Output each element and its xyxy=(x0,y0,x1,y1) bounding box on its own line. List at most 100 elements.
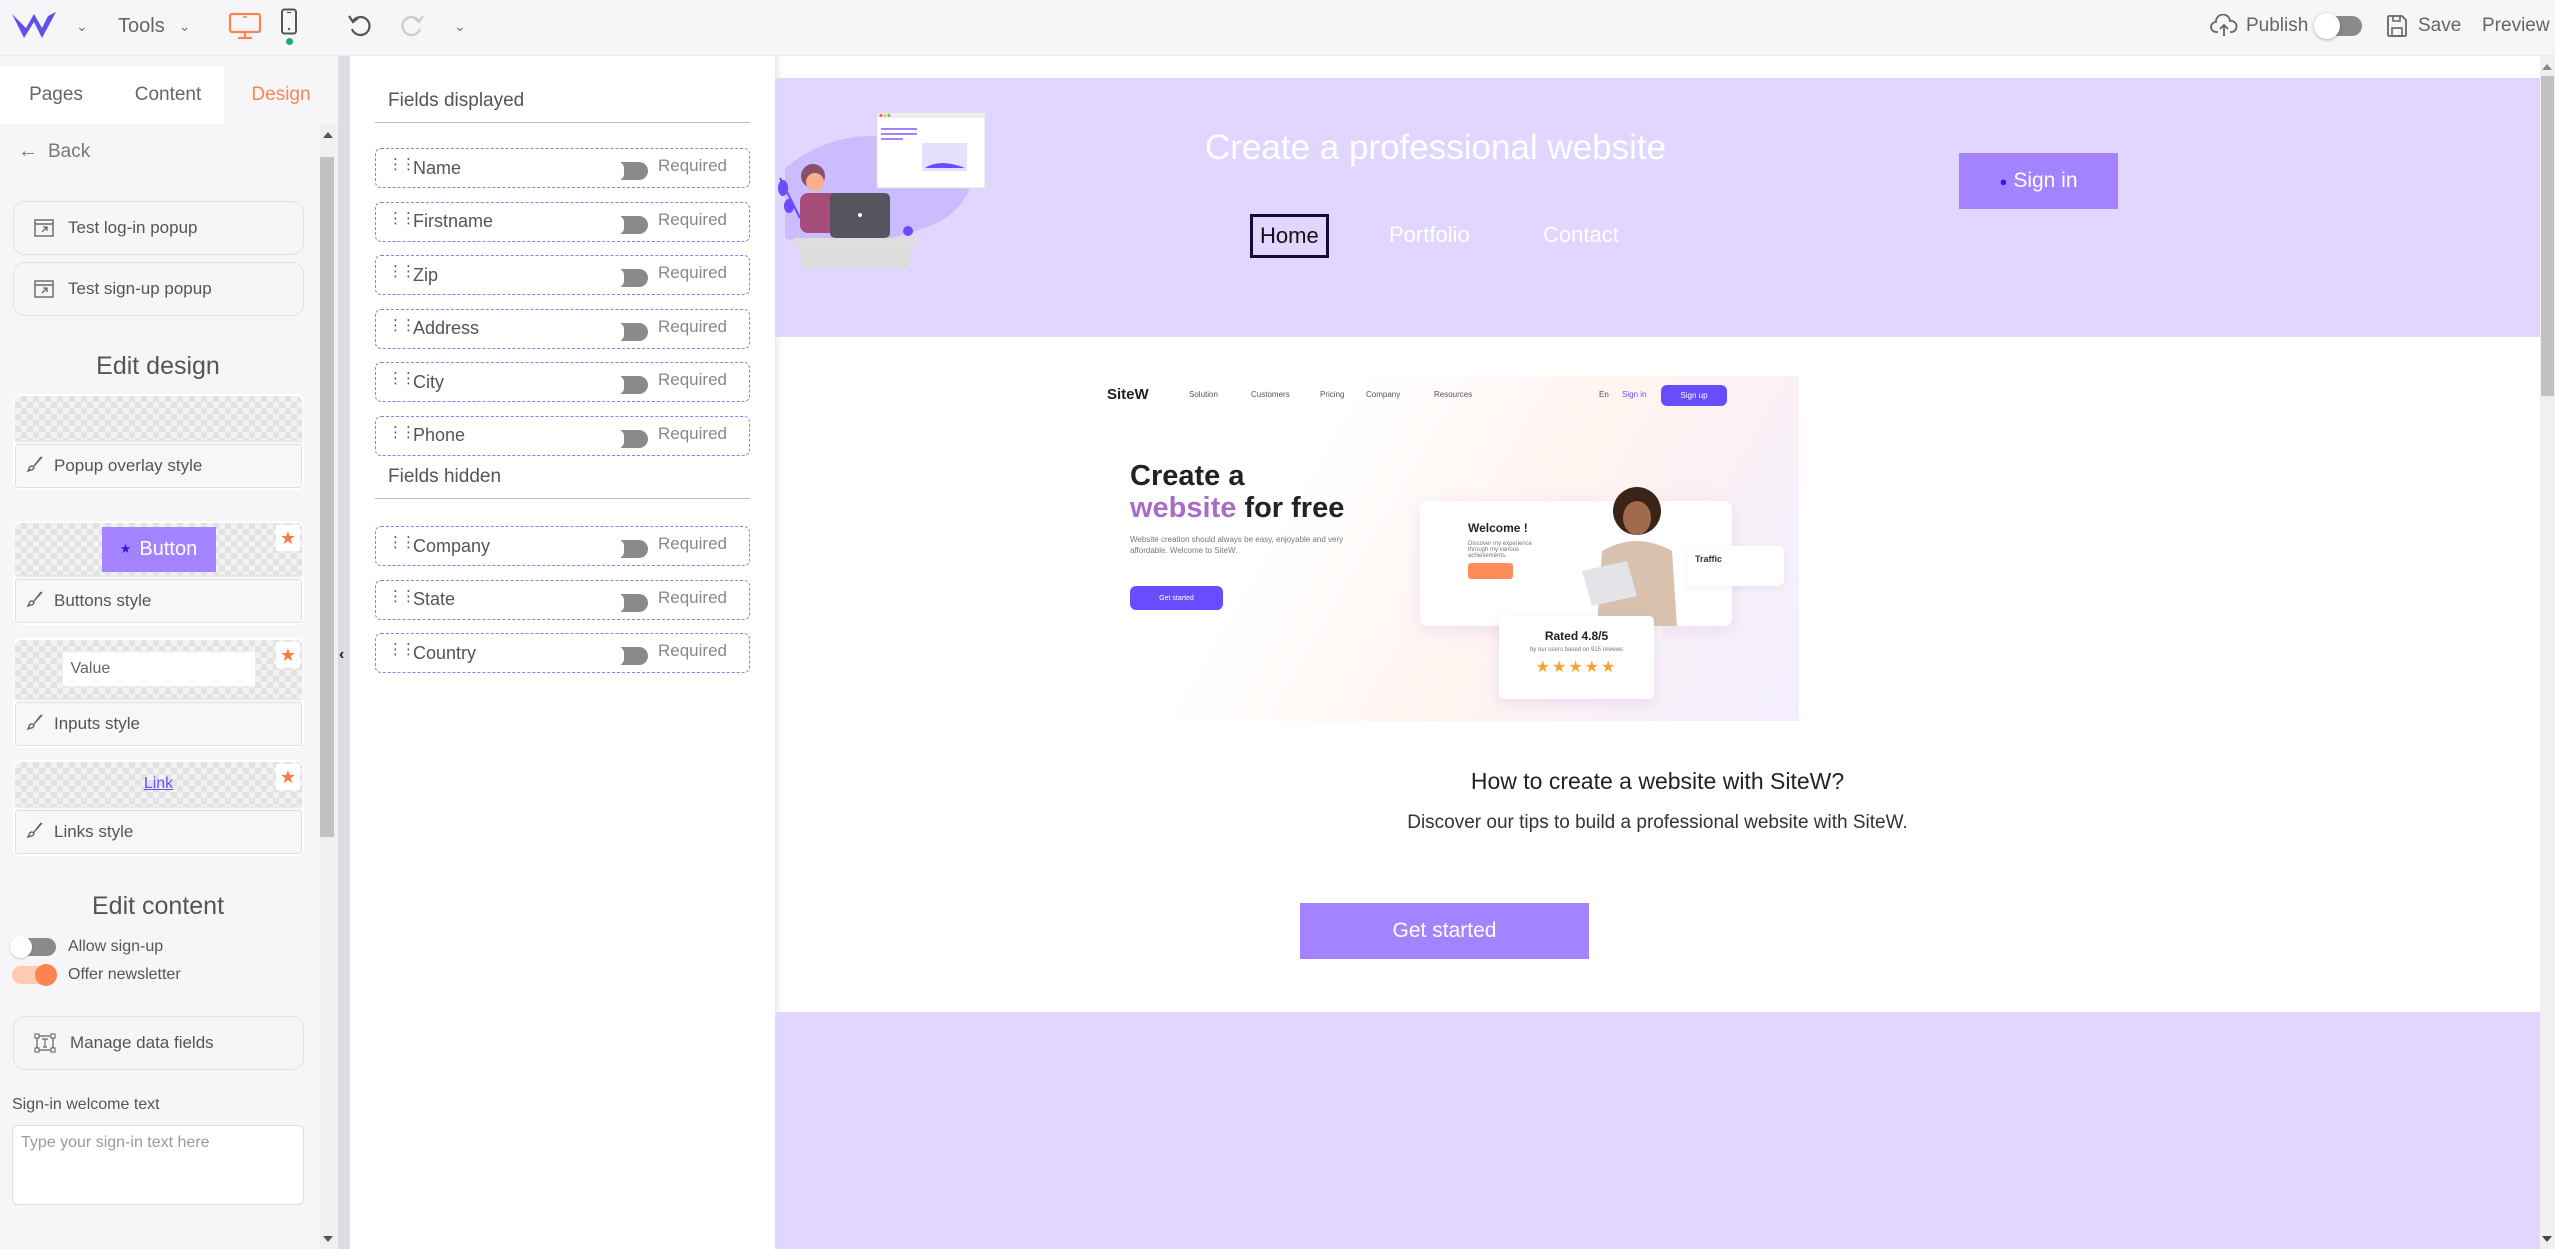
section-title[interactable]: How to create a website with SiteW? xyxy=(775,768,2540,795)
required-toggle[interactable] xyxy=(618,376,648,394)
required-label: Required xyxy=(658,263,727,282)
publish-toggle[interactable] xyxy=(2314,13,2363,39)
field-name: Firstname xyxy=(413,211,494,231)
image-nav-link: Pricing xyxy=(1320,390,1345,399)
drag-handle-icon[interactable]: ⋮⋮ xyxy=(388,209,416,227)
required-toggle[interactable] xyxy=(618,162,648,180)
top-toolbar: ⌄ Tools ⌄ ⌄ Publish Save Preview xyxy=(0,0,2555,56)
drag-handle-icon[interactable]: ⋮⋮ xyxy=(388,587,416,605)
test-login-popup-label: Test log-in popup xyxy=(68,218,198,237)
welcome-text-input[interactable] xyxy=(12,1125,304,1205)
required-toggle[interactable] xyxy=(618,429,648,448)
back-button[interactable]: ← Back xyxy=(18,140,90,163)
test-signup-popup-button[interactable]: Test sign-up popup xyxy=(13,262,304,316)
desktop-view-button[interactable] xyxy=(228,0,262,52)
design-panel-scrollbar[interactable] xyxy=(320,124,338,1249)
image-headline-line2: website for free xyxy=(1130,492,1344,524)
fields-displayed-title: Fields displayed xyxy=(388,90,525,111)
favorite-star-icon[interactable]: ★ xyxy=(276,525,300,551)
tab-content[interactable]: Content xyxy=(112,66,224,124)
scroll-up-icon[interactable] xyxy=(2542,64,2552,70)
scrollbar-thumb[interactable] xyxy=(2541,76,2554,396)
preview-button[interactable]: Preview xyxy=(2482,0,2550,52)
drag-handle-icon[interactable]: ⋮⋮ xyxy=(388,369,416,387)
scroll-down-icon[interactable] xyxy=(2542,1236,2552,1242)
edit-design-title: Edit design xyxy=(96,352,220,380)
field-name: State xyxy=(413,589,456,609)
manage-data-fields-button[interactable]: Manage data fields xyxy=(13,1016,304,1070)
tab-design[interactable]: Design xyxy=(224,66,338,124)
field-row[interactable]: ⋮⋮ City Required xyxy=(375,362,750,402)
popup-overlay-style-label: Popup overlay style xyxy=(54,456,203,475)
required-label: Required xyxy=(658,641,727,660)
required-toggle[interactable] xyxy=(618,322,648,341)
mobile-view-button[interactable] xyxy=(280,0,298,52)
field-row[interactable]: ⋮⋮ State Required xyxy=(375,579,750,620)
header-section[interactable]: Create a professional website ● Sign in … xyxy=(775,78,2540,337)
required-toggle[interactable] xyxy=(618,647,648,665)
drag-handle-icon[interactable]: ⋮⋮ xyxy=(388,640,416,658)
preview-scrollbar[interactable] xyxy=(2540,56,2555,1249)
user-icon: ● xyxy=(1999,173,2008,189)
nav-contact[interactable]: Contact xyxy=(1543,222,1619,248)
tools-menu[interactable]: Tools ⌄ xyxy=(118,0,190,52)
favorite-star-icon[interactable]: ★ xyxy=(276,642,300,668)
scroll-down-icon[interactable] xyxy=(323,1236,333,1242)
get-started-button[interactable]: Get started xyxy=(1300,903,1589,959)
scrollbar-thumb[interactable] xyxy=(320,157,334,837)
drag-handle-icon[interactable]: ⋮⋮ xyxy=(388,316,416,334)
mobile-indicator-dot xyxy=(285,37,293,45)
drag-handle-icon[interactable]: ⋮⋮ xyxy=(388,423,416,441)
field-row[interactable]: ⋮⋮ Phone Required xyxy=(375,415,750,456)
test-signup-popup-label: Test sign-up popup xyxy=(68,279,212,298)
allow-signup-toggle[interactable] xyxy=(10,936,56,958)
footer-section[interactable] xyxy=(775,1012,2540,1249)
test-login-popup-button[interactable]: Test log-in popup xyxy=(13,201,304,255)
image-nav-link: Solution xyxy=(1189,390,1218,399)
buttons-style-button[interactable]: Buttons style xyxy=(15,579,302,623)
field-row[interactable]: ⋮⋮ Name Required xyxy=(375,148,750,188)
redo-button[interactable] xyxy=(398,0,426,52)
collapse-panel-handle[interactable]: ‹ xyxy=(338,56,350,1249)
popup-overlay-style-button[interactable]: Popup overlay style xyxy=(15,444,302,488)
required-toggle[interactable] xyxy=(618,269,648,287)
image-rating-card: Rated 4.8/5 by our users based on 915 re… xyxy=(1499,616,1654,699)
required-toggle[interactable] xyxy=(618,215,648,234)
more-actions-dropdown[interactable]: ⌄ xyxy=(454,0,466,52)
field-row[interactable]: ⋮⋮ Zip Required xyxy=(375,255,750,295)
drag-handle-icon[interactable]: ⋮⋮ xyxy=(388,533,416,551)
offer-newsletter-toggle[interactable] xyxy=(12,964,57,986)
drag-handle-icon[interactable]: ⋮⋮ xyxy=(388,155,416,173)
sign-in-button[interactable]: ● Sign in xyxy=(1959,153,2118,209)
sitew-logo-icon xyxy=(12,12,56,38)
required-toggle[interactable] xyxy=(618,540,648,558)
inputs-style-button[interactable]: Inputs style xyxy=(15,702,302,746)
tab-pages[interactable]: Pages xyxy=(0,66,112,124)
scroll-up-icon[interactable] xyxy=(323,132,333,138)
field-row[interactable]: ⋮⋮ Firstname Required xyxy=(375,201,750,242)
divider xyxy=(375,498,750,499)
required-toggle[interactable] xyxy=(618,593,648,612)
paintbrush-icon xyxy=(26,455,44,478)
save-button[interactable]: Save xyxy=(2386,0,2461,52)
section-subtitle[interactable]: Discover our tips to build a professiona… xyxy=(775,812,2540,834)
undo-button[interactable] xyxy=(346,0,374,52)
field-row[interactable]: ⋮⋮ Country Required xyxy=(375,633,750,673)
image-headline-rest: for free xyxy=(1244,492,1345,524)
drag-handle-icon[interactable]: ⋮⋮ xyxy=(388,262,416,280)
nav-home[interactable]: Home xyxy=(1250,214,1329,258)
links-style-button[interactable]: Links style xyxy=(15,810,302,854)
field-row[interactable]: ⋮⋮ Address Required xyxy=(375,308,750,349)
save-label: Save xyxy=(2418,15,2462,36)
sitew-homepage-image[interactable]: SiteW Solution Customers Pricing Company… xyxy=(1087,376,1799,721)
nav-portfolio[interactable]: Portfolio xyxy=(1389,222,1470,248)
publish-control[interactable]: Publish xyxy=(2210,0,2363,52)
favorite-star-icon[interactable]: ★ xyxy=(276,764,300,790)
person-at-laptop-illustration xyxy=(778,112,986,268)
links-style-card: Link ★ Links style xyxy=(13,760,304,856)
logo-menu[interactable]: ⌄ xyxy=(10,0,88,52)
hero-title[interactable]: Create a professional website xyxy=(1205,128,1666,168)
field-name: City xyxy=(413,371,444,392)
field-name: Address xyxy=(413,318,480,338)
field-row[interactable]: ⋮⋮ Company Required xyxy=(375,526,750,566)
